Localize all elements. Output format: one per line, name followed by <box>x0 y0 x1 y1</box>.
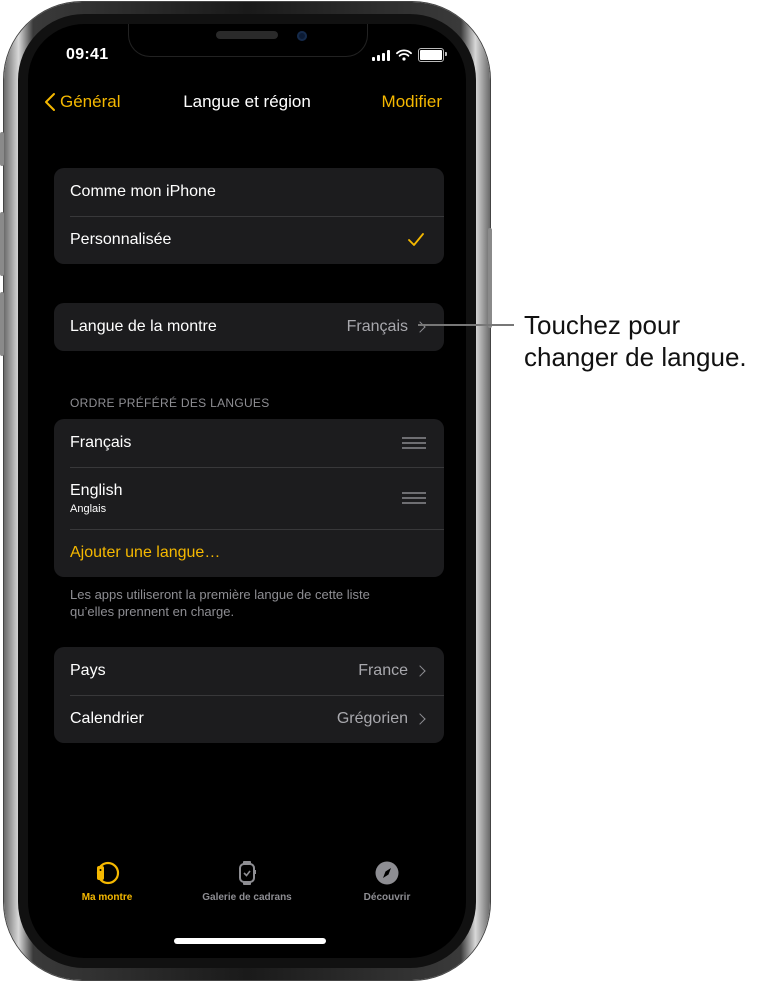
watch-language-group: Langue de la montre Français <box>54 303 444 351</box>
language-sublabel: Anglais <box>70 502 107 515</box>
callout-line1: Touchez pour <box>524 310 681 340</box>
watch-language-label: Langue de la montre <box>70 318 217 335</box>
callout-line2: changer de langue. <box>524 342 747 372</box>
volume-down-button <box>0 292 4 356</box>
chevron-right-icon <box>414 665 426 677</box>
notch <box>128 24 368 57</box>
front-camera <box>297 31 307 41</box>
volume-up-button <box>0 212 4 276</box>
wifi-icon <box>396 49 412 61</box>
preferred-languages-header: ORDRE PRÉFÉRÉ DES LANGUES <box>70 396 270 410</box>
reorder-handle-icon[interactable] <box>402 492 426 504</box>
watch-band-icon <box>96 861 120 885</box>
tab-label: Ma montre <box>81 892 133 903</box>
tab-face-gallery[interactable]: Galerie de cadrans <box>174 860 320 903</box>
tab-bar: Ma montre Galerie de cadrans Découvrir <box>28 860 466 920</box>
watch-language-row[interactable]: Langue de la montre Français <box>54 303 444 351</box>
navigation-bar: Général Langue et région Modifier <box>28 92 466 122</box>
mute-switch <box>0 132 4 166</box>
side-button <box>488 228 492 328</box>
option-custom[interactable]: Personnalisée <box>54 216 444 264</box>
watch-face-icon <box>239 861 256 885</box>
mode-group: Comme mon iPhone Personnalisée <box>54 168 444 264</box>
preferred-languages-group: Français English Anglais Ajouter une lan… <box>54 419 444 577</box>
option-label: Personnalisée <box>70 231 172 248</box>
calendar-row[interactable]: Calendrier Grégorien <box>54 695 444 743</box>
tab-label: Découvrir <box>363 892 411 903</box>
option-same-as-iphone[interactable]: Comme mon iPhone <box>54 168 444 216</box>
screen: 09:41 Général Langue et région Modifier <box>28 24 466 958</box>
language-label: English <box>70 481 123 499</box>
checkmark-icon <box>408 233 424 246</box>
preferred-languages-footer: Les apps utiliseront la première langue … <box>70 587 370 619</box>
country-value: France <box>358 662 408 679</box>
language-label: Français <box>70 434 132 451</box>
tab-discover[interactable]: Découvrir <box>314 860 460 903</box>
chevron-right-icon <box>414 713 426 725</box>
tab-my-watch[interactable]: Ma montre <box>34 860 180 903</box>
battery-icon <box>418 48 447 62</box>
edit-button[interactable]: Modifier <box>382 92 442 112</box>
country-row[interactable]: Pays France <box>54 647 444 695</box>
speaker <box>216 31 278 39</box>
region-group: Pays France Calendrier Grégorien <box>54 647 444 743</box>
callout-text: Touchez pour changer de langue. <box>524 309 747 373</box>
status-time: 09:41 <box>66 46 109 63</box>
reorder-handle-icon[interactable] <box>402 437 426 449</box>
cellular-signal-icon <box>372 49 390 61</box>
home-indicator[interactable] <box>174 938 326 944</box>
callout-line <box>418 324 514 326</box>
watch-language-value: Français <box>346 318 408 335</box>
compass-icon <box>375 861 399 885</box>
option-label: Comme mon iPhone <box>70 183 216 200</box>
add-language-label: Ajouter une langue… <box>70 544 221 561</box>
add-language-button[interactable]: Ajouter une langue… <box>54 529 444 577</box>
iphone-frame: 09:41 Général Langue et région Modifier <box>4 2 490 980</box>
status-icons <box>372 48 447 62</box>
calendar-label: Calendrier <box>70 710 144 727</box>
tab-label: Galerie de cadrans <box>202 892 292 903</box>
country-label: Pays <box>70 662 106 679</box>
language-row-english[interactable]: English Anglais <box>54 467 444 529</box>
language-row-francais[interactable]: Français <box>54 419 444 467</box>
calendar-value: Grégorien <box>336 710 408 727</box>
